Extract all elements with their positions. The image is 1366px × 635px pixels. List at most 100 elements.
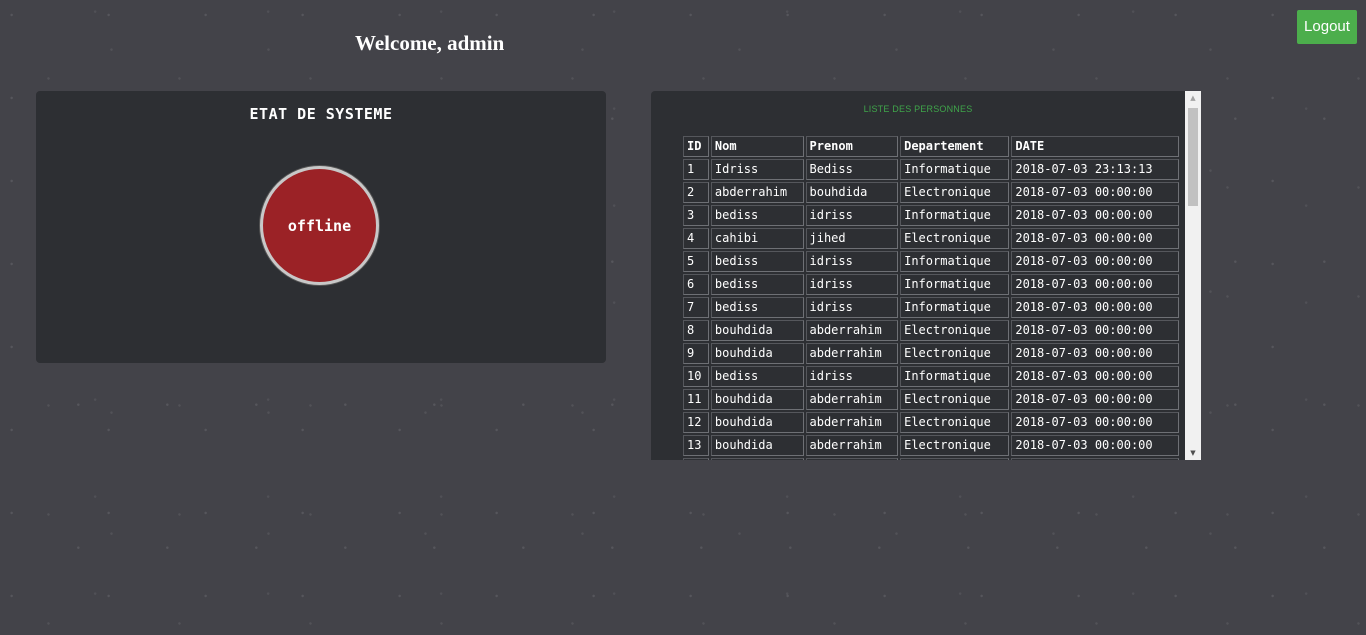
cell-nom: bediss: [710, 205, 804, 226]
cell-date: 2018-07-03 00:00:00: [1011, 366, 1179, 387]
cell-nom: bediss: [710, 366, 804, 387]
cell-nom: bouhdida: [710, 343, 804, 364]
cell-departement: Informatique: [900, 366, 1010, 387]
cell-date: 2018-07-03 00:00:00: [1011, 320, 1179, 341]
scroll-up-arrow-icon[interactable]: ▲: [1185, 91, 1201, 105]
cell-prenom: idriss: [805, 297, 899, 318]
table-row: 10 bediss idriss Informatique 2018-07-03 00:…: [683, 366, 1179, 387]
table-row: 9 bouhdida abderrahim Electronique 2018-07-0…: [683, 343, 1179, 364]
cell-nom: bouhdida: [710, 458, 804, 460]
cell-prenom: idriss: [805, 274, 899, 295]
cell-id: 4: [683, 228, 709, 249]
cell-departement: Informatique: [900, 274, 1010, 295]
cell-prenom: idriss: [805, 205, 899, 226]
table-row: 12 bouhdida abderrahim Electronique 2018-07-…: [683, 412, 1179, 433]
cell-prenom: idriss: [805, 366, 899, 387]
logout-button[interactable]: Logout: [1297, 10, 1357, 44]
cell-id: 8: [683, 320, 709, 341]
cell-nom: abderrahim: [710, 182, 804, 203]
cell-nom: bouhdida: [710, 389, 804, 410]
cell-id: 12: [683, 412, 709, 433]
cell-departement: Electronique: [900, 458, 1010, 460]
cell-id: 3: [683, 205, 709, 226]
cell-date: 2018-07-03 00:00:00: [1011, 412, 1179, 433]
cell-nom: bediss: [710, 297, 804, 318]
cell-id: 13: [683, 435, 709, 456]
cell-id: 9: [683, 343, 709, 364]
cell-date: 2018-07-03 00:00:00: [1011, 458, 1179, 460]
column-header-id: ID: [683, 136, 709, 157]
cell-date: 2018-07-03 00:00:00: [1011, 205, 1179, 226]
cell-departement: Electronique: [900, 320, 1010, 341]
table-row: 13 bouhdida abderrahim Electronique 2018-07-…: [683, 435, 1179, 456]
cell-prenom: abderrahim: [805, 389, 899, 410]
cell-id: 2: [683, 182, 709, 203]
cell-date: 2018-07-03 00:00:00: [1011, 182, 1179, 203]
cell-date: 2018-07-03 00:00:00: [1011, 274, 1179, 295]
cell-id: 5: [683, 251, 709, 272]
table-row: 4 cahibi jihed Electronique 2018-07-03 00:00…: [683, 228, 1179, 249]
cell-prenom: idriss: [805, 251, 899, 272]
table-row: 6 bediss idriss Informatique 2018-07-03 00:0…: [683, 274, 1179, 295]
persons-table-body: 1 Idriss Bediss Informatique 2018-07-03 23:1…: [683, 159, 1179, 460]
scroll-down-arrow-icon[interactable]: ▼: [1185, 446, 1201, 460]
cell-date: 2018-07-03 00:00:00: [1011, 297, 1179, 318]
cell-nom: bouhdida: [710, 412, 804, 433]
cell-date: 2018-07-03 00:00:00: [1011, 343, 1179, 364]
cell-id: 7: [683, 297, 709, 318]
status-indicator: offline: [260, 166, 379, 285]
cell-prenom: abderrahim: [805, 435, 899, 456]
table-scrollbar[interactable]: ▲ ▼: [1185, 91, 1201, 460]
cell-prenom: Bediss: [805, 159, 899, 180]
table-row: 14bouhdidaabderrahimElectronique2018-07-…: [683, 458, 1179, 460]
persons-table-wrapper: ID Nom Prenom Departement DATE 1 Idriss Be…: [681, 134, 1181, 460]
persons-list-panel: LISTE DES PERSONNES ID Nom Prenom Depart…: [651, 91, 1201, 460]
cell-nom: bouhdida: [710, 435, 804, 456]
column-header-date: DATE: [1011, 136, 1179, 157]
cell-departement: Electronique: [900, 228, 1010, 249]
cell-departement: Informatique: [900, 297, 1010, 318]
scrollbar-thumb[interactable]: [1188, 108, 1198, 206]
cell-nom: bouhdida: [710, 320, 804, 341]
cell-nom: bediss: [710, 274, 804, 295]
table-row: 2 abderrahim bouhdida Electronique 2018-07-0…: [683, 182, 1179, 203]
table-row: 7 bediss idriss Informatique 2018-07-03 00:0…: [683, 297, 1179, 318]
cell-prenom: abderrahim: [805, 343, 899, 364]
cell-prenom: jihed: [805, 228, 899, 249]
column-header-prenom: Prenom: [805, 136, 899, 157]
persons-list-title: LISTE DES PERSONNES: [863, 104, 973, 114]
cell-departement: Electronique: [900, 182, 1010, 203]
cell-prenom: bouhdida: [805, 182, 899, 203]
cell-id: 1: [683, 159, 709, 180]
cell-departement: Electronique: [900, 389, 1010, 410]
cell-departement: Informatique: [900, 205, 1010, 226]
cell-date: 2018-07-03 23:13:13: [1011, 159, 1179, 180]
cell-date: 2018-07-03 00:00:00: [1011, 251, 1179, 272]
cell-id: 10: [683, 366, 709, 387]
cell-date: 2018-07-03 00:00:00: [1011, 389, 1179, 410]
cell-nom: Idriss: [710, 159, 804, 180]
persons-table: ID Nom Prenom Departement DATE 1 Idriss Be…: [681, 134, 1181, 460]
table-row: 5 bediss idriss Informatique 2018-07-03 00:0…: [683, 251, 1179, 272]
table-row: 8 bouhdida abderrahim Electronique 2018-07-0…: [683, 320, 1179, 341]
cell-id: 11: [683, 389, 709, 410]
cell-nom: bediss: [710, 251, 804, 272]
column-header-nom: Nom: [710, 136, 804, 157]
table-row: 3 bediss idriss Informatique 2018-07-03 00:0…: [683, 205, 1179, 226]
system-status-panel: ETAT DE SYSTEME offline: [36, 91, 606, 363]
table-header-row: ID Nom Prenom Departement DATE: [683, 136, 1179, 157]
cell-departement: Electronique: [900, 343, 1010, 364]
cell-departement: Informatique: [900, 251, 1010, 272]
column-header-departement: Departement: [900, 136, 1010, 157]
cell-prenom: abderrahim: [805, 458, 899, 460]
system-status-title: ETAT DE SYSTEME: [249, 105, 393, 123]
cell-prenom: abderrahim: [805, 412, 899, 433]
cell-nom: cahibi: [710, 228, 804, 249]
cell-departement: Informatique: [900, 159, 1010, 180]
cell-date: 2018-07-03 00:00:00: [1011, 435, 1179, 456]
cell-date: 2018-07-03 00:00:00: [1011, 228, 1179, 249]
cell-departement: Electronique: [900, 435, 1010, 456]
welcome-heading: Welcome, admin: [355, 31, 505, 55]
table-row: 11 bouhdida abderrahim Electronique 2018-07-…: [683, 389, 1179, 410]
table-row: 1 Idriss Bediss Informatique 2018-07-03 23:1…: [683, 159, 1179, 180]
